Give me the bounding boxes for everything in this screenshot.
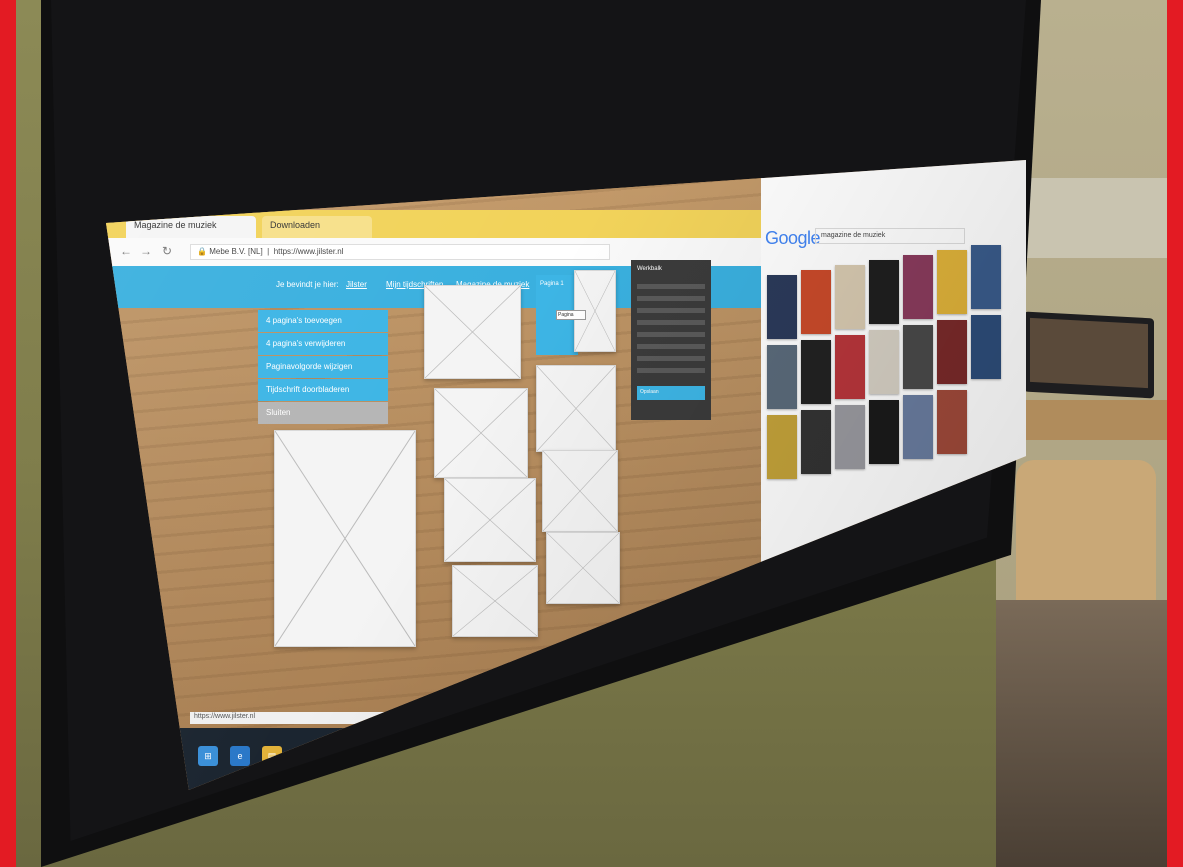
chrome-icon[interactable]: ◉ [440,746,460,766]
image-result[interactable] [869,330,899,394]
toolbar-row[interactable] [637,320,705,325]
placeholder-cross-icon [425,286,520,378]
image-result[interactable] [801,410,831,474]
reorder-pages-button[interactable]: Paginavolgorde wijzigen [258,356,388,378]
image-result[interactable] [869,400,899,464]
tv-brand-logo [761,705,785,711]
placeholder-cross-icon [435,389,527,477]
toolbar-save-button[interactable]: Opslaan [637,386,705,400]
placeholder-cross-icon [543,451,617,531]
tab-label: Magazine de muziek [134,220,217,230]
image-result[interactable] [971,315,1001,379]
placeholder-cross-icon [453,566,537,636]
tooltip: Pagina [556,310,586,320]
toolbar-row[interactable] [637,296,705,301]
toolbar-row[interactable] [637,308,705,313]
toolbar-row[interactable] [637,284,705,289]
internet-explorer-icon[interactable]: e [230,746,250,766]
tab-label: Downloaden [270,220,321,230]
placeholder-cross-icon [445,479,535,561]
image-result[interactable] [767,345,797,409]
background-floor [996,600,1167,867]
browse-magazine-button[interactable]: Tijdschrift doorbladeren [258,379,388,401]
google-logo-text: Google [765,228,821,248]
image-result[interactable] [971,245,1001,309]
image-result[interactable] [801,340,831,404]
breadcrumb-link[interactable]: Jilster [346,280,367,289]
image-result[interactable] [767,415,797,479]
tab-inactive[interactable]: Downloaden [262,216,372,238]
arrow-right-icon[interactable]: → [140,244,152,258]
search-input[interactable]: magazine de muziek [815,228,965,244]
url-lock-label: Mebe B.V. [NL] [209,247,263,256]
breadcrumb-label: Je bevindt je hier: [276,280,339,289]
page-thumbnail[interactable] [542,450,618,532]
image-result[interactable] [937,250,967,314]
image-result[interactable] [835,265,865,329]
toolbar-panel: Werkbalk Opslaan [631,260,711,420]
toolbar-panel-title: Werkbalk [637,266,662,272]
toolbar-row[interactable] [637,368,705,373]
app-icon[interactable]: ◈ [504,746,524,766]
url-text: https://www.jilster.nl [273,247,344,256]
reload-icon[interactable]: ↻ [162,244,172,258]
background-desk [1006,400,1167,440]
image-result[interactable] [903,395,933,459]
page-thumbnail[interactable] [536,365,616,452]
page-thumbnail[interactable] [444,478,536,562]
app-icon[interactable]: ◆ [472,746,492,766]
image-result[interactable] [903,255,933,319]
placeholder-cross-icon [537,366,615,451]
image-result[interactable] [767,275,797,339]
page-thumbnail[interactable] [424,285,521,379]
cover-page-placeholder[interactable] [274,430,416,647]
image-result[interactable] [835,335,865,399]
image-result[interactable] [801,270,831,334]
image-result[interactable] [903,325,933,389]
image-result[interactable] [937,390,967,454]
page-options-title: Pagina 1 [540,281,564,287]
page-thumbnail[interactable] [452,565,538,637]
toolbar-row[interactable] [637,332,705,337]
page-thumbnail[interactable] [546,532,620,604]
close-button[interactable]: Sluiten [258,402,388,424]
toolbar-row[interactable] [637,344,705,349]
toolbar-row[interactable] [637,356,705,361]
image-result[interactable] [835,405,865,469]
word-icon[interactable]: W [408,746,428,766]
page-thumbnail[interactable] [434,388,528,478]
add-pages-button[interactable]: 4 pagina's toevoegen [258,310,388,332]
google-logo: Google [765,228,821,249]
url-field[interactable]: 🔒 Mebe B.V. [NL] | https://www.jilster.n… [190,244,610,260]
laptop-screen [1030,317,1148,389]
arrow-left-icon[interactable]: ← [120,244,132,258]
background-cabinet [1016,178,1167,258]
remove-pages-button[interactable]: 4 pagina's verwijderen [258,333,388,355]
photo: Magazine de muziek Downloaden ← → ↻ 🔒 Me… [16,0,1167,867]
lock-icon: 🔒 [197,247,207,256]
image-result[interactable] [869,260,899,324]
placeholder-cross-icon [275,431,415,646]
image-result[interactable] [937,320,967,384]
placeholder-cross-icon [547,533,619,603]
background-laptop [1024,311,1154,399]
windows-start-icon[interactable]: ⊞ [198,746,218,766]
background-chair [1016,460,1156,610]
